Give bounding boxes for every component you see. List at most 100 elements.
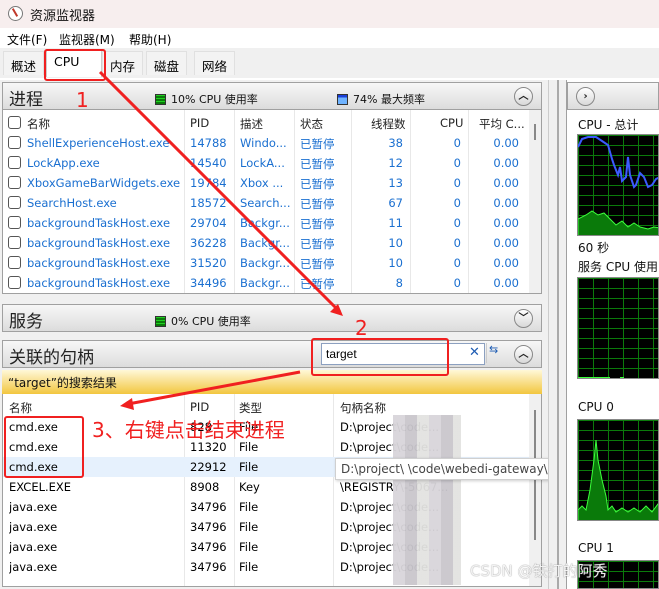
handle-type: File	[239, 520, 259, 534]
process-avg-cpu: 0.00	[493, 216, 519, 230]
clear-search-icon[interactable]: ✕	[469, 345, 480, 360]
chevron-up-icon[interactable]: ︿	[514, 87, 533, 106]
processes-table: 名称 PID 描述 状态 线程数 CPU 平均 C... ShellExperi…	[2, 110, 542, 294]
process-threads: 67	[388, 196, 403, 210]
process-row[interactable]: SearchHost.exe 18572 Search... 已暂停 67 0 0.00	[3, 193, 533, 213]
col-avg-cpu[interactable]: 平均 C...	[479, 116, 525, 132]
scroll-thumb[interactable]	[534, 124, 536, 140]
process-pid: 29704	[190, 216, 227, 230]
handle-type: File	[239, 460, 259, 474]
col-name[interactable]: 名称	[27, 116, 50, 132]
process-row[interactable]: LockApp.exe 14540 LockA... 已暂停 12 0 0.00	[3, 153, 533, 173]
annotation-box-search	[311, 338, 449, 376]
cpu-usage-icon	[155, 315, 166, 327]
tab-overview[interactable]: 概述	[3, 51, 45, 75]
handle-pid: 22912	[190, 460, 227, 474]
time-span-label: 60 秒	[578, 241, 610, 255]
cpu0-chart	[578, 439, 658, 520]
chevron-right-icon[interactable]: ›	[576, 87, 595, 106]
tab-disk[interactable]: 磁盘	[146, 51, 188, 75]
select-all-checkbox[interactable]	[8, 116, 21, 129]
processes-scrollbar[interactable]	[529, 110, 541, 293]
tab-network[interactable]: 网络	[194, 51, 236, 75]
process-cpu: 0	[453, 156, 461, 170]
process-checkbox[interactable]	[8, 176, 21, 189]
process-name: SearchHost.exe	[27, 196, 117, 210]
process-desc: LockA...	[240, 156, 285, 170]
col-threads[interactable]: 线程数	[371, 116, 406, 132]
col-handle-name[interactable]: 句柄名称	[340, 400, 386, 416]
handle-process-name: java.exe	[9, 500, 58, 514]
processes-title: 进程	[9, 90, 43, 110]
process-row[interactable]: backgroundTaskHost.exe 34496 Backgr... 已暂停 8…	[3, 273, 533, 293]
handles-scrollbar[interactable]	[529, 394, 541, 586]
process-checkbox[interactable]	[8, 276, 21, 289]
process-pid: 34496	[190, 276, 227, 290]
chevron-down-icon[interactable]: ﹀	[514, 309, 533, 328]
handle-type: File	[239, 540, 259, 554]
annotation-step-2: 2	[355, 316, 368, 340]
processes-cpu-meter: 10% CPU 使用率	[155, 91, 258, 107]
services-cpu-meter: 0% CPU 使用率	[155, 313, 251, 329]
process-desc: Xbox ...	[240, 176, 284, 190]
process-name: backgroundTaskHost.exe	[27, 276, 171, 290]
process-threads: 11	[388, 216, 403, 230]
process-status: 已暂停	[300, 157, 335, 171]
service-cpu-chart	[578, 377, 624, 378]
chevron-up-icon[interactable]: ︿	[514, 345, 533, 364]
process-desc: Backgr...	[240, 276, 290, 290]
process-desc: Search...	[240, 196, 291, 210]
handle-pid: 34796	[190, 540, 227, 554]
process-row[interactable]: ShellExperienceHost.exe 14788 Windo... 已暂停 3…	[3, 133, 533, 153]
process-cpu: 0	[453, 256, 461, 270]
menu-help[interactable]: 帮助(H)	[129, 31, 171, 48]
col-desc[interactable]: 描述	[240, 116, 263, 132]
col-cpu[interactable]: CPU	[440, 116, 463, 130]
process-pid: 36228	[190, 236, 227, 250]
process-row[interactable]: backgroundTaskHost.exe 31520 Backgr... 已暂停 1…	[3, 253, 533, 273]
tab-memory[interactable]: 内存	[102, 51, 144, 75]
process-name: backgroundTaskHost.exe	[27, 256, 171, 270]
process-checkbox[interactable]	[8, 236, 21, 249]
process-pid: 19784	[190, 176, 227, 190]
menu-file[interactable]: 文件(F)	[7, 31, 47, 48]
process-checkbox[interactable]	[8, 216, 21, 229]
pane-splitter[interactable]	[548, 80, 566, 589]
services-cpu-usage: 0% CPU 使用率	[171, 315, 251, 328]
cpu-usage-icon	[155, 93, 166, 105]
services-title: 服务	[9, 312, 43, 332]
services-header[interactable]: 服务 0% CPU 使用率 ﹀	[2, 304, 542, 332]
col-pid[interactable]: PID	[190, 400, 209, 414]
process-name: XboxGameBarWidgets.exe	[27, 176, 181, 190]
handle-type: File	[239, 500, 259, 514]
frequency-icon	[337, 93, 348, 105]
cpu-usage-area	[578, 210, 658, 235]
resource-monitor-icon	[8, 6, 23, 21]
process-checkbox[interactable]	[8, 256, 21, 269]
process-row[interactable]: backgroundTaskHost.exe 29704 Backgr... 已暂停 1…	[3, 213, 533, 233]
col-status[interactable]: 状态	[300, 116, 323, 132]
cpu-total-graph	[577, 134, 659, 236]
service-cpu-label: 服务 CPU 使用	[578, 260, 659, 274]
process-row[interactable]: backgroundTaskHost.exe 36228 Backgr... 已暂停 1…	[3, 233, 533, 253]
col-pid[interactable]: PID	[190, 116, 209, 130]
process-threads: 38	[388, 136, 403, 150]
redacted-region	[393, 415, 461, 585]
menu-bar: 文件(F) 监视器(M) 帮助(H)	[0, 28, 659, 48]
annotation-box-cpu-tab	[44, 49, 106, 81]
refresh-search-icon[interactable]: ⇆	[486, 343, 503, 363]
watermark: CSDN @铁打的阿秀	[470, 562, 608, 580]
max-frequency-meter: 74% 最大频率	[337, 91, 425, 107]
process-checkbox[interactable]	[8, 196, 21, 209]
process-checkbox[interactable]	[8, 136, 21, 149]
handle-process-name: EXCEL.EXE	[9, 480, 72, 494]
process-name: backgroundTaskHost.exe	[27, 216, 171, 230]
process-row[interactable]: XboxGameBarWidgets.exe 19784 Xbox ... 已暂停 13…	[3, 173, 533, 193]
menu-monitor[interactable]: 监视器(M)	[59, 31, 115, 48]
handle-pid: 34796	[190, 500, 227, 514]
process-avg-cpu: 0.00	[493, 276, 519, 290]
handles-title: 关联的句柄	[9, 348, 94, 368]
col-name[interactable]: 名称	[9, 400, 32, 416]
process-avg-cpu: 0.00	[493, 236, 519, 250]
process-checkbox[interactable]	[8, 156, 21, 169]
